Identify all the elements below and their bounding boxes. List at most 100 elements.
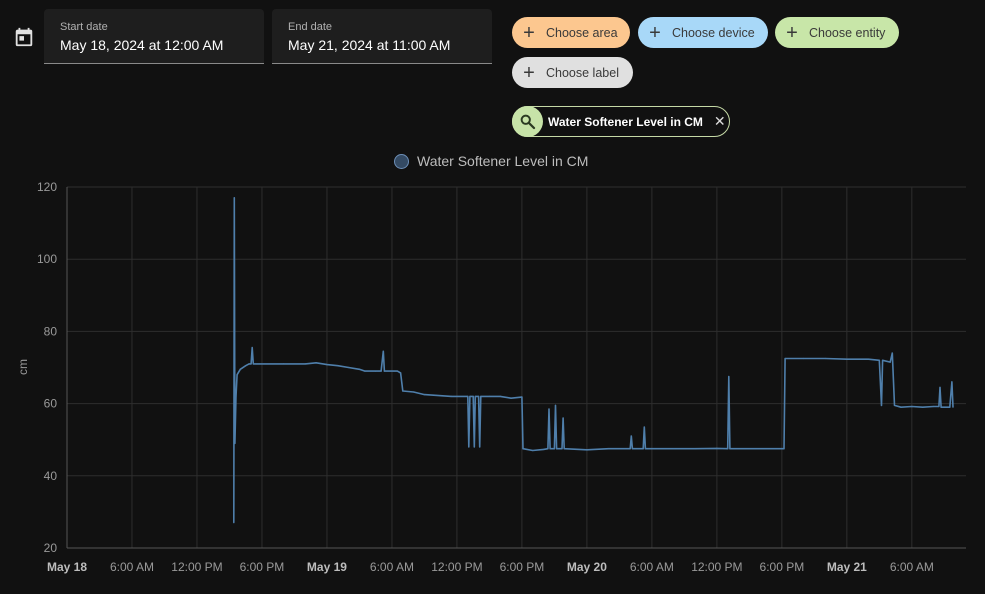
data-point [643, 426, 645, 428]
data-point [235, 395, 237, 397]
x-tick-label: 12:00 PM [691, 560, 742, 574]
x-tick-label: 6:00 AM [630, 560, 674, 574]
data-point [824, 357, 826, 360]
data-point [326, 364, 328, 366]
data-point [488, 395, 490, 397]
x-tick-label: May 19 [307, 560, 347, 574]
data-point [400, 372, 402, 374]
data-point [549, 448, 551, 450]
history-chart: 20 40 60 80 100 120 May 18 6:00 AM 12:00 PM 6:00 … [16, 180, 966, 574]
data-point [608, 448, 610, 450]
y-tick-label: 40 [44, 469, 58, 483]
data-point [499, 395, 501, 397]
data-point [629, 448, 631, 450]
x-tick-label: May 21 [827, 560, 867, 574]
data-point [889, 361, 891, 363]
data-point [358, 368, 360, 370]
data-point [783, 448, 785, 450]
y-tick-label: 100 [37, 252, 57, 266]
data-point [239, 368, 241, 370]
data-point [252, 363, 254, 365]
x-tick-label: 6:00 PM [240, 560, 285, 574]
data-point [413, 391, 415, 393]
data-point [630, 435, 632, 437]
x-tick-label: 6:00 AM [890, 560, 934, 574]
data-point [784, 357, 786, 360]
data-point [478, 395, 480, 397]
data-point [245, 365, 247, 367]
x-tick-label: 6:00 PM [500, 560, 545, 574]
data-point [893, 404, 896, 406]
x-tick-label: 12:00 PM [431, 560, 482, 574]
data-point [248, 363, 250, 365]
data-point [236, 374, 238, 376]
data-point [480, 395, 482, 397]
data-point [396, 370, 398, 372]
data-point [563, 448, 565, 450]
data-point [952, 406, 954, 408]
data-point [467, 395, 469, 397]
data-point [375, 370, 377, 372]
data-point [348, 366, 350, 369]
data-point [880, 404, 883, 406]
data-point [315, 362, 317, 364]
y-tick-label: 20 [44, 541, 58, 555]
x-tick-label: 6:00 PM [760, 560, 805, 574]
data-point [364, 370, 366, 372]
data-point [949, 406, 951, 408]
x-tick-label: May 18 [47, 560, 87, 574]
data-point [251, 347, 253, 349]
data-point [727, 448, 729, 450]
data-point [283, 363, 285, 365]
data-point [951, 381, 953, 383]
data-point [547, 448, 549, 450]
data-point [337, 365, 339, 367]
data-point [450, 395, 453, 397]
data-point [532, 449, 534, 452]
data-point [891, 352, 893, 354]
data-point [846, 358, 848, 360]
data-point [759, 448, 761, 450]
data-point [234, 442, 236, 444]
y-axis-label: cm [16, 359, 30, 375]
x-tick-label: May 20 [567, 560, 607, 574]
x-tick-label: 6:00 AM [370, 560, 414, 574]
x-tick-label: 6:00 AM [110, 560, 154, 574]
data-point [748, 448, 751, 450]
data-point [586, 449, 588, 451]
data-point [510, 397, 512, 399]
data-point [694, 448, 696, 450]
data-point [562, 417, 564, 419]
data-point [642, 448, 644, 450]
data-point [882, 359, 884, 361]
data-point [922, 406, 924, 408]
data-point [644, 448, 647, 450]
data-point [548, 408, 550, 410]
data-point [521, 396, 523, 398]
data-point [900, 406, 902, 408]
data-point [867, 358, 870, 360]
data-point [631, 448, 634, 450]
data-point [474, 395, 476, 397]
data-point [781, 448, 783, 450]
x-tick-label: 12:00 PM [171, 560, 222, 574]
data-point [553, 448, 556, 450]
data-point [479, 446, 481, 448]
data-point [932, 405, 935, 408]
data-point [423, 394, 425, 396]
data-point [673, 448, 675, 450]
data-point [469, 395, 471, 397]
data-point [522, 448, 524, 450]
data-point [233, 197, 235, 199]
data-point [402, 390, 404, 392]
data-point [250, 363, 252, 365]
data-point [939, 386, 941, 388]
data-point [434, 394, 436, 396]
data-point [878, 359, 880, 361]
data-point [380, 370, 382, 372]
data-point [728, 375, 730, 378]
y-tick-label: 80 [44, 324, 58, 338]
data-point [554, 404, 557, 406]
data-point [304, 363, 306, 365]
data-point [729, 448, 731, 450]
